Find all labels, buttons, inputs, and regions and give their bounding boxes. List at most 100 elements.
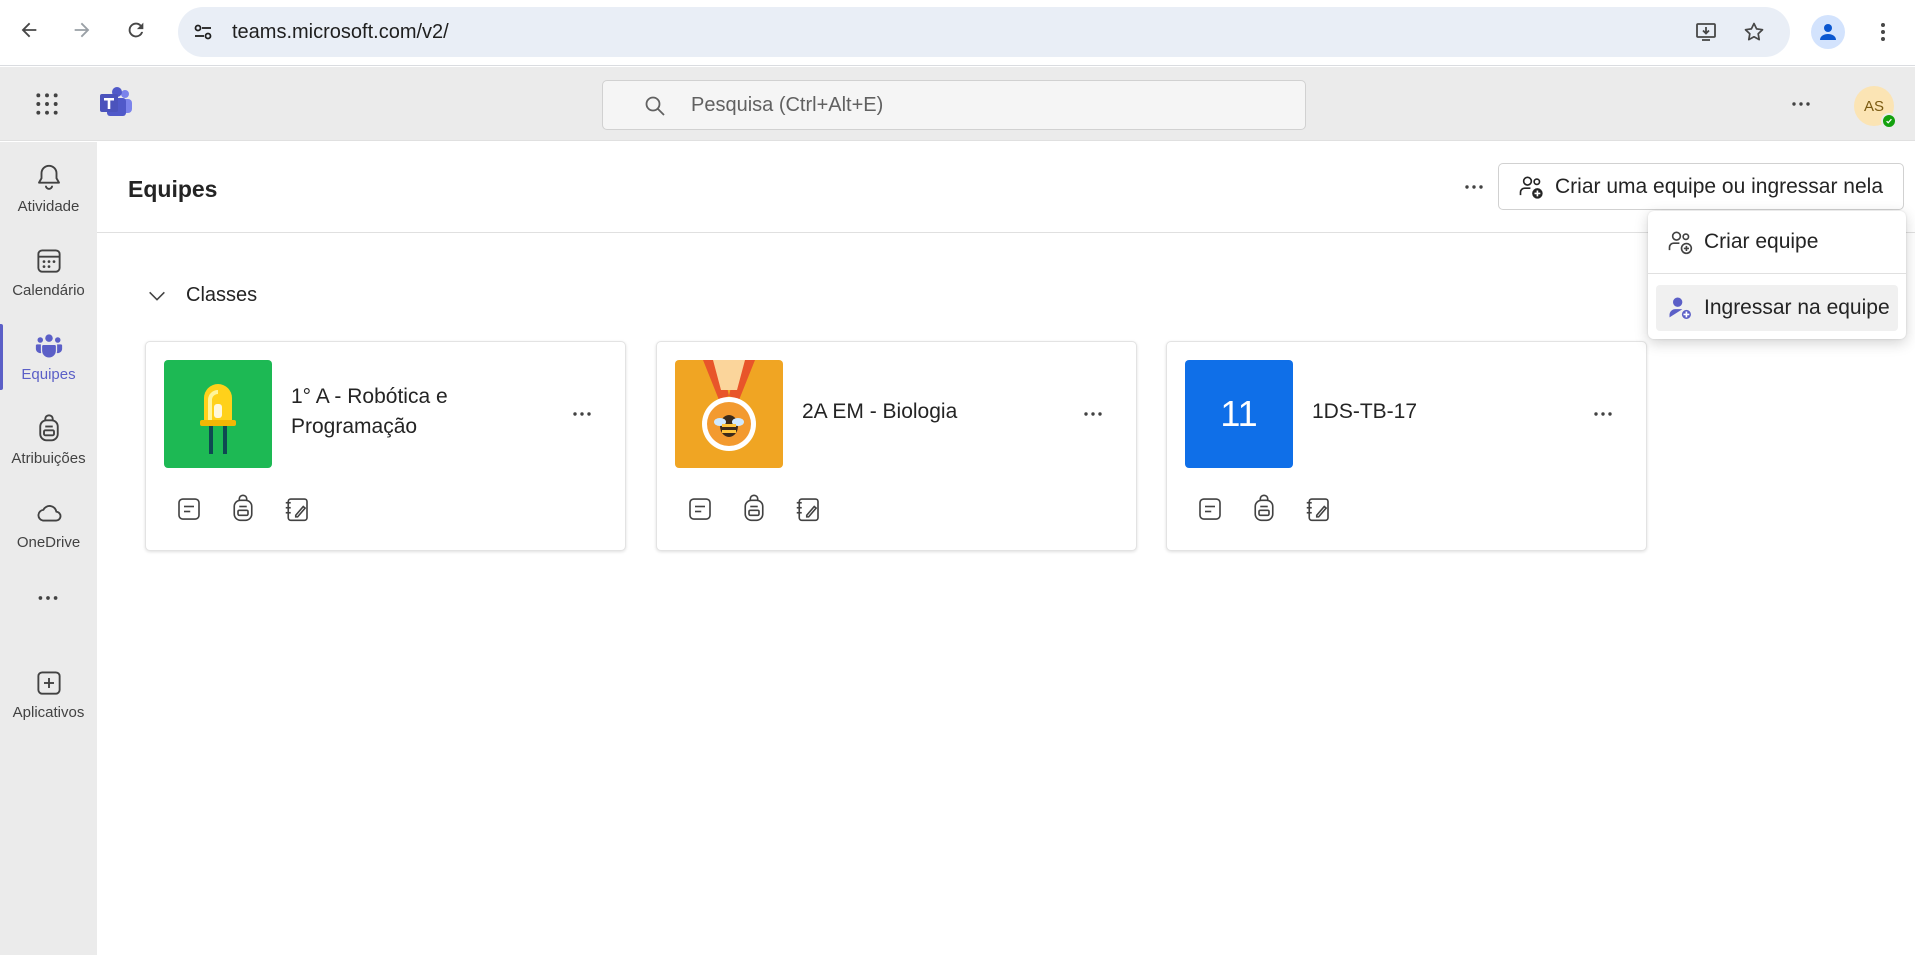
team-thumbnail bbox=[164, 360, 272, 468]
backpack-icon bbox=[1254, 494, 1274, 522]
backpack-icon bbox=[744, 494, 764, 522]
menu-item-label: Criar equipe bbox=[1704, 230, 1819, 253]
posts-icon bbox=[689, 498, 711, 520]
team-more-options-button[interactable] bbox=[1586, 399, 1620, 429]
add-app-icon bbox=[36, 671, 61, 695]
arrow-right-icon bbox=[74, 22, 90, 38]
arrow-left-icon bbox=[21, 22, 37, 38]
posts-icon bbox=[1199, 498, 1221, 520]
medal-icon bbox=[702, 360, 756, 451]
notebook-icon bbox=[796, 498, 819, 522]
bookmark-button[interactable] bbox=[1739, 17, 1769, 47]
browser-menu-button[interactable] bbox=[1866, 15, 1900, 49]
more-horizontal-icon bbox=[1594, 412, 1612, 416]
address-bar[interactable]: teams.microsoft.com/v2/ bbox=[178, 7, 1790, 57]
team-more-options-button[interactable] bbox=[1076, 399, 1110, 429]
site-settings-icon[interactable] bbox=[191, 20, 215, 44]
rail-label: OneDrive bbox=[16, 534, 81, 551]
team-more-options-button[interactable] bbox=[565, 399, 599, 429]
app-launcher-button[interactable] bbox=[31, 88, 63, 120]
notebook-icon bbox=[1306, 498, 1329, 522]
rail-label: Atividade bbox=[17, 198, 80, 215]
backpack-icon bbox=[233, 494, 253, 522]
user-avatar[interactable]: AS bbox=[1854, 86, 1897, 129]
team-apps bbox=[685, 494, 823, 524]
browser-toolbar: teams.microsoft.com/v2/ bbox=[0, 0, 1915, 66]
star-icon bbox=[1744, 22, 1764, 41]
back-button[interactable] bbox=[12, 13, 46, 47]
posts-app-button[interactable] bbox=[685, 494, 715, 524]
search-input[interactable] bbox=[691, 91, 1271, 119]
menu-item-join-team[interactable]: Ingressar na equipe bbox=[1656, 285, 1898, 331]
bell-icon bbox=[37, 164, 60, 190]
browser-profile-button[interactable] bbox=[1811, 15, 1845, 49]
rail-item-assignments[interactable]: Atribuições bbox=[0, 402, 97, 480]
posts-app-button[interactable] bbox=[174, 494, 204, 524]
more-vertical-icon bbox=[1881, 23, 1885, 41]
person-icon bbox=[1820, 24, 1836, 40]
more-horizontal-icon bbox=[573, 412, 591, 416]
rail-item-activity[interactable]: Atividade bbox=[0, 150, 97, 228]
people-add-icon bbox=[1519, 176, 1543, 199]
url-text: teams.microsoft.com/v2/ bbox=[232, 21, 449, 43]
notebook-app-button[interactable] bbox=[282, 494, 312, 524]
notebook-app-button[interactable] bbox=[793, 494, 823, 524]
calendar-icon bbox=[36, 249, 61, 273]
more-horizontal-icon bbox=[38, 596, 58, 600]
posts-icon bbox=[178, 498, 200, 520]
team-thumbnail: 11 bbox=[1185, 360, 1293, 468]
more-horizontal-icon bbox=[1084, 412, 1102, 416]
classes-section-toggle[interactable]: Classes bbox=[146, 284, 257, 307]
create-join-menu: Criar equipe Ingressar na equipe bbox=[1648, 211, 1906, 339]
teams-logo-icon bbox=[100, 87, 132, 116]
posts-app-button[interactable] bbox=[1195, 494, 1225, 524]
team-name: 1DS-TB-17 bbox=[1312, 400, 1418, 423]
reload-button[interactable] bbox=[119, 13, 153, 47]
assignments-app-button[interactable] bbox=[228, 494, 258, 524]
led-icon bbox=[200, 384, 236, 454]
search-box[interactable] bbox=[602, 80, 1306, 130]
page-header: Equipes Criar uma equipe ou ingressar ne… bbox=[97, 142, 1915, 233]
presence-available-icon bbox=[1881, 113, 1897, 129]
settings-more-button[interactable] bbox=[1786, 89, 1816, 119]
app-bar: Atividade Calendário Equipes Atribuições… bbox=[0, 142, 97, 955]
assignments-app-button[interactable] bbox=[739, 494, 769, 524]
search-icon bbox=[645, 96, 665, 116]
team-name: 1° A - Robótica e Programação bbox=[291, 385, 448, 438]
rail-item-onedrive[interactable]: OneDrive bbox=[0, 486, 97, 564]
more-horizontal-icon bbox=[1465, 185, 1483, 189]
cloud-icon bbox=[37, 505, 61, 522]
chevron-down-icon bbox=[149, 291, 165, 301]
team-thumbnail-text: 11 bbox=[1220, 393, 1258, 434]
teams-icon bbox=[35, 334, 62, 358]
team-card[interactable]: 11 1DS-TB-17 bbox=[1166, 341, 1647, 551]
avatar-initials: AS bbox=[1863, 97, 1884, 115]
forward-button[interactable] bbox=[65, 13, 99, 47]
install-icon bbox=[1696, 23, 1716, 41]
rail-label: Calendário bbox=[12, 282, 85, 299]
main-content: Equipes Criar uma equipe ou ingressar ne… bbox=[97, 142, 1915, 955]
notebook-app-button[interactable] bbox=[1303, 494, 1333, 524]
teams-more-options-button[interactable] bbox=[1457, 172, 1491, 202]
team-card[interactable]: 1° A - Robótica e Programação bbox=[145, 341, 626, 551]
rail-label: Atribuições bbox=[11, 450, 86, 467]
rail-label: Equipes bbox=[21, 366, 76, 383]
reload-icon bbox=[128, 22, 144, 38]
rail-item-calendar[interactable]: Calendário bbox=[0, 234, 97, 312]
create-or-join-team-button[interactable]: Criar uma equipe ou ingressar nela bbox=[1498, 163, 1904, 210]
menu-item-label: Ingressar na equipe bbox=[1704, 296, 1890, 319]
backpack-icon bbox=[38, 414, 59, 442]
install-app-button[interactable] bbox=[1691, 17, 1721, 47]
team-name: 2A EM - Biologia bbox=[802, 400, 958, 423]
notebook-icon bbox=[285, 498, 308, 522]
assignments-app-button[interactable] bbox=[1249, 494, 1279, 524]
rail-item-teams[interactable]: Equipes bbox=[0, 318, 97, 396]
section-title: Classes bbox=[186, 284, 258, 306]
menu-item-create-team[interactable]: Criar equipe bbox=[1656, 219, 1898, 265]
menu-divider bbox=[1648, 273, 1906, 274]
waffle-icon bbox=[36, 93, 58, 115]
team-card[interactable]: 2A EM - Biologia bbox=[656, 341, 1137, 551]
rail-item-apps[interactable]: Aplicativos bbox=[0, 656, 97, 734]
rail-more-apps-button[interactable] bbox=[30, 586, 66, 610]
page-title: Equipes bbox=[128, 176, 218, 202]
